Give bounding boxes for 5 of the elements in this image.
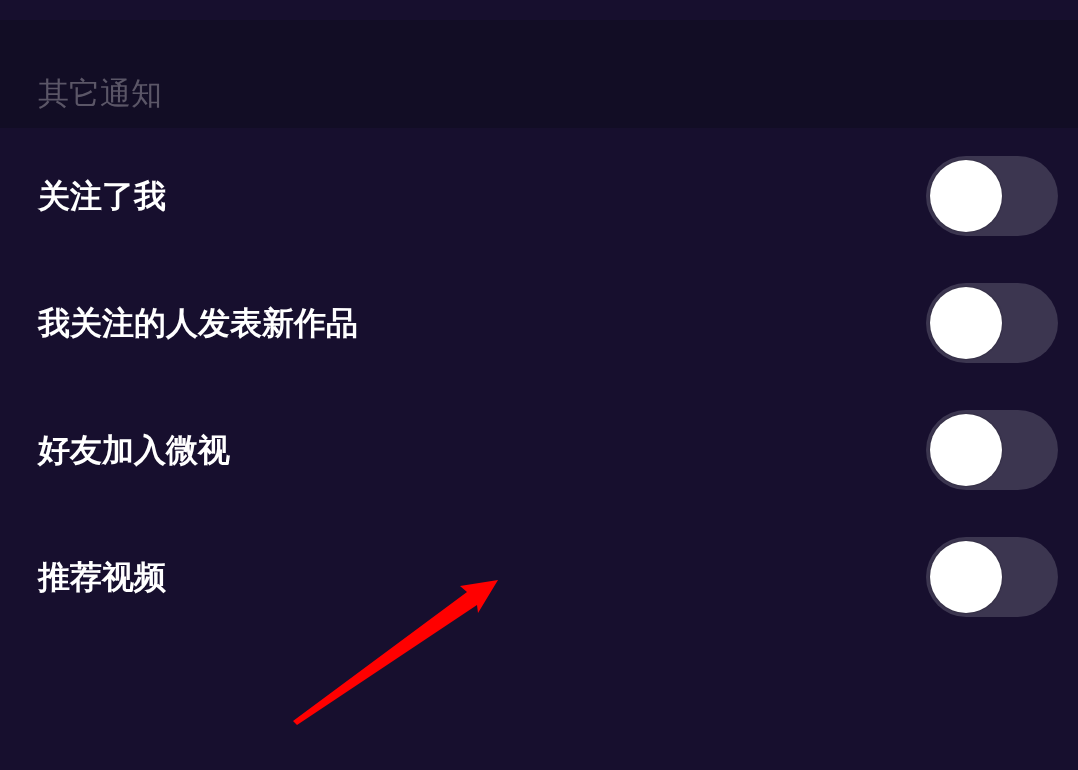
setting-label: 关注了我 xyxy=(38,175,166,216)
setting-label: 好友加入微视 xyxy=(38,429,230,470)
setting-label: 我关注的人发表新作品 xyxy=(38,302,358,343)
section-title: 其它通知 xyxy=(38,76,162,110)
setting-label: 推荐视频 xyxy=(38,556,166,597)
